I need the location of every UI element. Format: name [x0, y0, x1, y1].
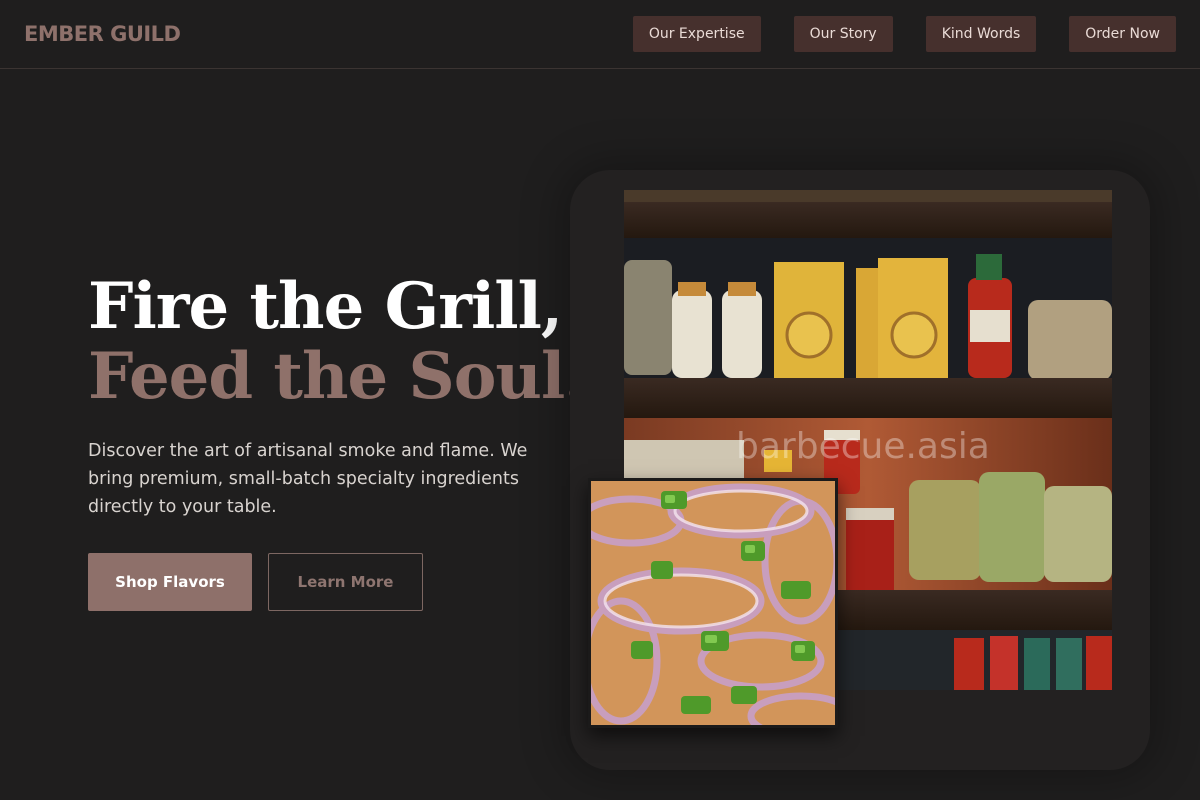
nav-order-now-button[interactable]: Order Now	[1069, 16, 1176, 52]
shop-flavors-button[interactable]: Shop Flavors	[88, 553, 252, 611]
nav-our-expertise-button[interactable]: Our Expertise	[632, 16, 761, 52]
hero-description: Discover the art of artisanal smoke and …	[88, 441, 528, 517]
headline-line-2: Feed the Soul.	[88, 339, 587, 414]
image-watermark: barbecue.asia	[736, 426, 990, 467]
site-header: EMBER GUILD Our Expertise Our Story Kind…	[0, 0, 1200, 69]
hero-headline: Fire the Grill, Feed the Soul.	[88, 272, 588, 412]
nav-kind-words-button[interactable]: Kind Words	[925, 16, 1037, 52]
nav-our-story-button[interactable]: Our Story	[793, 16, 893, 52]
logo[interactable]: EMBER GUILD	[24, 22, 181, 46]
main-nav: Our Expertise Our Story Kind Words Order…	[632, 16, 1176, 52]
headline-line-1: Fire the Grill,	[88, 269, 563, 344]
food-closeup-image	[588, 478, 838, 728]
page: EMBER GUILD Our Expertise Our Story Kind…	[0, 0, 1200, 800]
learn-more-button[interactable]: Learn More	[268, 553, 423, 611]
